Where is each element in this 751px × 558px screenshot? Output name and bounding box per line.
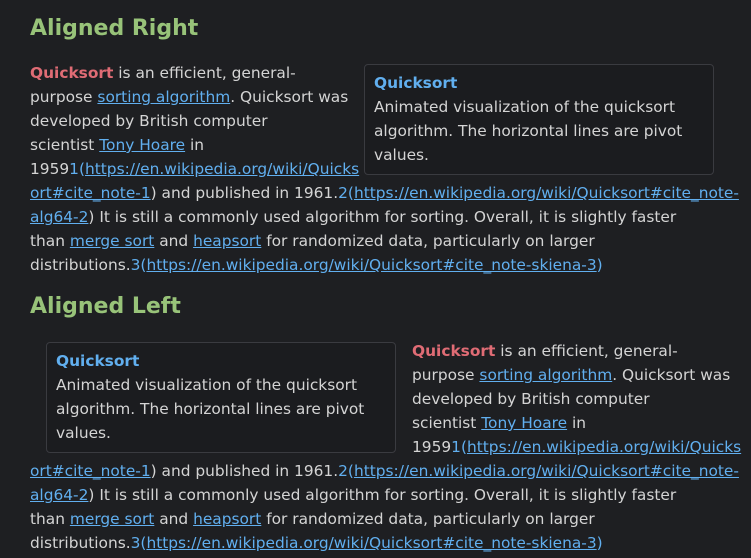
text-line: ort#cite_note-1) and published in 1961.2… — [30, 181, 739, 205]
text: in — [567, 414, 587, 432]
text: for randomized data, particularly on lar… — [261, 232, 595, 250]
text-line: scientist Tony Hoare in — [412, 411, 742, 435]
heading-aligned-left: Aligned Left — [30, 294, 181, 319]
text: than — [30, 232, 70, 250]
figure-caption-line: values. — [56, 424, 111, 442]
reference-1[interactable]: 1 — [451, 438, 461, 456]
text-line: than merge sort and heapsort for randomi… — [30, 229, 730, 253]
citation-link-1-cont[interactable]: ort#cite_note-1 — [30, 462, 151, 480]
text-line: developed by British computer — [412, 390, 650, 408]
figure-box-left: Quicksort Animated visualization of the … — [46, 342, 396, 453]
text-line: distributions.3(https://en.wikipedia.org… — [30, 253, 730, 277]
text-line: than merge sort and heapsort for randomi… — [30, 507, 730, 531]
link-sorting-algorithm[interactable]: sorting algorithm — [97, 88, 230, 106]
citation-link-2-cont[interactable]: alg64-2 — [30, 486, 88, 504]
text-line: distributions.3(https://en.wikipedia.org… — [30, 531, 730, 555]
citation-link-1-cont[interactable]: ort#cite_note-1 — [30, 184, 151, 202]
text: and — [154, 510, 194, 528]
figure-caption-line: algorithm. The horizontal lines are pivo… — [56, 400, 365, 418]
link-heapsort[interactable]: heapsort — [193, 510, 261, 528]
reference-1[interactable]: 1 — [69, 160, 79, 178]
text: ) and published in 1961. — [150, 184, 339, 202]
text-line: ort#cite_note-1) and published in 1961.2… — [30, 459, 739, 483]
text: for randomized data, particularly on lar… — [261, 510, 595, 528]
link-tony-hoare[interactable]: Tony Hoare — [481, 414, 567, 432]
text: than — [30, 510, 70, 528]
text-line: developed by British computer — [30, 112, 268, 130]
link-heapsort[interactable]: heapsort — [193, 232, 261, 250]
citation-link-3[interactable]: https://en.wikipedia.org/wiki/Quicksort#… — [146, 256, 596, 274]
text-line: alg64-2) It is still a commonly used alg… — [30, 483, 730, 507]
text: ) It is still a commonly used algorithm … — [88, 486, 677, 504]
heading-aligned-right: Aligned Right — [30, 16, 199, 41]
citation-link-1[interactable]: https://en.wikipedia.org/wiki/Quicks — [467, 438, 741, 456]
figure-caption: Animated visualization of the quicksort … — [56, 373, 386, 445]
text: and — [154, 232, 194, 250]
text: scientist — [30, 136, 100, 154]
link-sorting-algorithm[interactable]: sorting algorithm — [479, 366, 612, 384]
figure-caption-line: Animated visualization of the quicksort — [56, 376, 358, 394]
text: 1959 — [30, 160, 70, 178]
text: purpose — [412, 366, 480, 384]
text: is an efficient, general- — [495, 342, 678, 360]
text: distributions. — [30, 256, 131, 274]
text: ) It is still a commonly used algorithm … — [88, 208, 677, 226]
text-line: 19591(https://en.wikipedia.org/wiki/Quic… — [412, 435, 742, 459]
text-line: purpose sorting algorithm. Quicksort was — [412, 363, 742, 387]
reference-2[interactable]: 2 — [338, 184, 348, 202]
citation-link-2-cont[interactable]: alg64-2 — [30, 208, 88, 226]
link-tony-hoare[interactable]: Tony Hoare — [99, 136, 185, 154]
text: in — [185, 136, 205, 154]
figure-title: Quicksort — [56, 352, 140, 370]
link-merge-sort[interactable]: merge sort — [70, 232, 154, 250]
text-line: alg64-2) It is still a commonly used alg… — [30, 205, 730, 229]
text-line: scientist Tony Hoare in — [30, 133, 730, 157]
text-line: purpose sorting algorithm. Quicksort was — [30, 85, 730, 109]
page: Aligned Right Quicksort Animated visuali… — [0, 0, 751, 558]
citation-link-3[interactable]: https://en.wikipedia.org/wiki/Quicksort#… — [146, 534, 596, 552]
article-name: Quicksort — [412, 342, 496, 360]
text: scientist — [412, 414, 482, 432]
reference-3[interactable]: 3 — [131, 256, 141, 274]
citation-link-2[interactable]: https://en.wikipedia.org/wiki/Quicksort#… — [354, 184, 739, 202]
paragraph-left-wrapped: Quicksort is an efficient, general- purp… — [412, 339, 742, 459]
citation-link-2[interactable]: https://en.wikipedia.org/wiki/Quicksort#… — [354, 462, 739, 480]
text: is an efficient, general- — [113, 64, 296, 82]
text: ) and published in 1961. — [150, 462, 339, 480]
text: . Quicksort was — [230, 88, 349, 106]
text: distributions. — [30, 534, 131, 552]
paren: ) — [596, 534, 603, 552]
text-line: Quicksort is an efficient, general- — [412, 339, 742, 363]
article-name: Quicksort — [30, 64, 114, 82]
text: . Quicksort was — [612, 366, 731, 384]
text-line: Quicksort is an efficient, general- — [30, 61, 730, 85]
paren: ) — [596, 256, 603, 274]
text-line: 19591(https://en.wikipedia.org/wiki/Quic… — [30, 157, 730, 181]
reference-3[interactable]: 3 — [131, 534, 141, 552]
text: purpose — [30, 88, 98, 106]
paragraph-left-full: ort#cite_note-1) and published in 1961.2… — [30, 459, 739, 555]
reference-2[interactable]: 2 — [338, 462, 348, 480]
text: 1959 — [412, 438, 452, 456]
paragraph-right: Quicksort is an efficient, general- purp… — [30, 61, 739, 277]
link-merge-sort[interactable]: merge sort — [70, 510, 154, 528]
citation-link-1[interactable]: https://en.wikipedia.org/wiki/Quicks — [85, 160, 359, 178]
